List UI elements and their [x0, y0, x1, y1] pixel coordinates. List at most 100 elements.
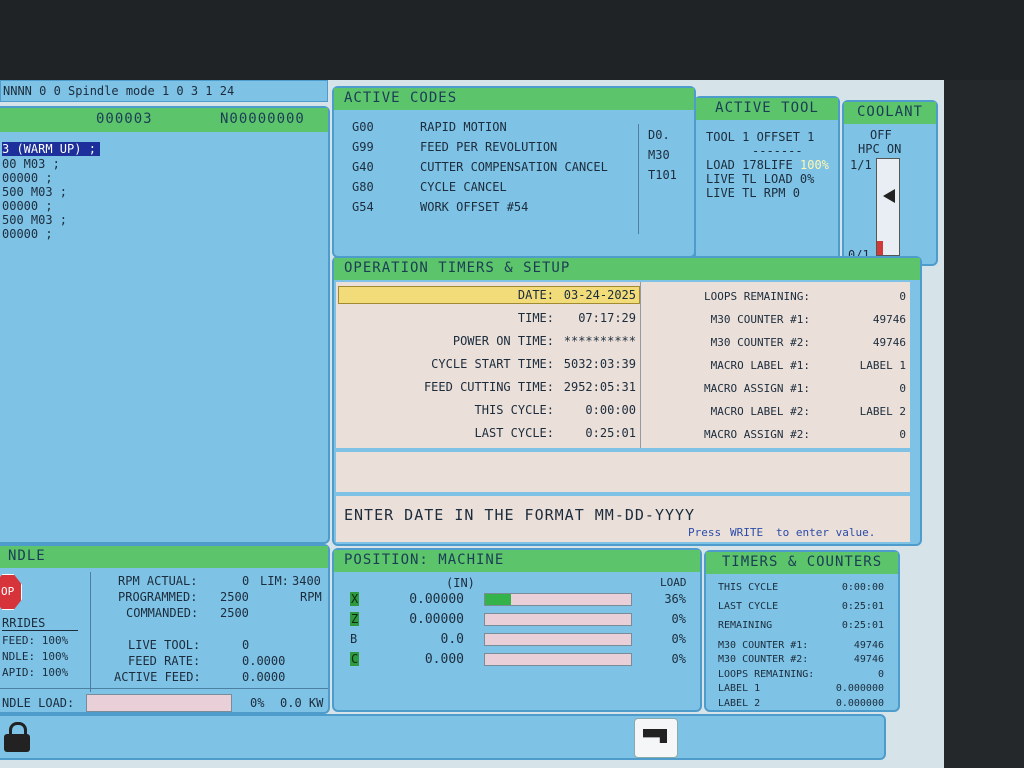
program-line[interactable]: 500 M03 ;: [2, 213, 100, 227]
coolant-title: COOLANT: [844, 102, 936, 124]
counter-label: M30 COUNTER #2:: [710, 336, 810, 349]
timer-label: FEED CUTTING TIME:: [423, 380, 554, 394]
position-title: POSITION: MACHINE: [334, 550, 700, 572]
axis-load-bar: [484, 633, 632, 646]
counter-value: 0: [899, 290, 906, 303]
tc-value: 0:00:00: [841, 582, 884, 593]
spindle-load-kw: 0.0 KW: [280, 696, 324, 710]
program-line[interactable]: 3 (WARM UP) ;: [2, 142, 100, 156]
timer-label: POWER ON TIME:: [452, 334, 554, 348]
timer-label: DATE:: [517, 288, 554, 302]
active-codes-divider: [638, 124, 639, 234]
tool-life-percent: 100%: [800, 158, 829, 172]
write-hint-rest: to enter value.: [776, 526, 876, 539]
spindle-separator: [0, 688, 328, 689]
timer-value: 07:17:29: [578, 311, 636, 325]
rpm-unit: RPM: [300, 590, 322, 604]
override-value: NDLE: 100%: [2, 650, 69, 663]
active-feed-label: ACTIVE FEED:: [114, 670, 201, 684]
overrides-title: RRIDES: [2, 616, 46, 630]
override-value: FEED: 100%: [2, 634, 69, 647]
timer-value: 5032:03:39: [563, 357, 636, 371]
top-status-bar: NNNN 0 0 Spindle mode 1 0 3 1 24: [0, 80, 328, 102]
program-line[interactable]: 00000 ;: [2, 199, 100, 213]
active-code-extra: D0.: [648, 128, 670, 142]
date-format-prompt: ENTER DATE IN THE FORMAT MM-DD-YYYY: [344, 506, 696, 524]
tc-label: LAST CYCLE: [718, 601, 779, 612]
live-tool-value: 0: [242, 638, 250, 652]
cnc-control-screen: NNNN 0 0 Spindle mode 1 0 3 1 24 000003 …: [0, 80, 944, 768]
axis-label[interactable]: B: [350, 632, 357, 646]
axis-position-value: 0.00000: [409, 612, 464, 627]
live-tool-load: LIVE TL LOAD 0%: [706, 172, 815, 186]
active-code-row: G00 RAPID MOTION: [352, 120, 632, 140]
spindle-mode-status: NNNN 0 0 Spindle mode 1 0 3 1 24: [3, 84, 235, 98]
override-value: APID: 100%: [2, 666, 69, 679]
timer-label: LAST CYCLE:: [474, 426, 554, 440]
load-column-header: LOAD: [660, 576, 687, 589]
program-line[interactable]: 00000 ;: [2, 171, 100, 185]
monitor-bezel-right: [940, 80, 1024, 768]
spindle-panel: NDLE OP RRIDES FEED: 100% NDLE: 100% APID:…: [0, 544, 330, 714]
monitor-bezel-top: [0, 0, 1024, 80]
timer-label: CYCLE START TIME:: [431, 357, 554, 371]
axis-load-bar: [484, 593, 632, 606]
coolant-hpc: HPC ON: [858, 142, 902, 156]
bottom-toolbar: [0, 714, 886, 760]
tc-value: 0:25:01: [841, 601, 884, 612]
tc-value: 0:25:01: [841, 620, 884, 631]
lock-icon[interactable]: [4, 722, 30, 752]
axis-load-percent: 0%: [671, 632, 686, 646]
g-code-description: RAPID MOTION: [420, 120, 507, 134]
counter-label: LOOPS REMAINING:: [704, 290, 810, 303]
active-codes-right: D0. M30 T101: [648, 128, 677, 188]
coolant-panel: COOLANT OFF HPC ON 1/1 0/1: [842, 100, 938, 266]
timer-value: 03-24-2025: [563, 288, 636, 302]
tc-value: 49746: [853, 654, 884, 665]
stop-icon[interactable]: OP: [0, 574, 22, 610]
sequence-number: N00000000: [220, 111, 305, 127]
coolant-nozzle-icon: [643, 729, 667, 743]
tc-label: THIS CYCLE: [718, 582, 779, 593]
counter-value: LABEL 1: [859, 359, 906, 372]
tc-value: 0.000000: [835, 697, 884, 709]
axis-label[interactable]: C: [350, 652, 360, 666]
counter-label: MACRO ASSIGN #1:: [704, 382, 810, 395]
prompt-area: ENTER DATE IN THE FORMAT MM-DD-YYYY Pres…: [336, 496, 910, 542]
axis-label[interactable]: X: [350, 592, 360, 606]
live-tool-label: LIVE TOOL:: [128, 638, 201, 652]
g-code: G00: [352, 120, 374, 134]
coolant-button[interactable]: [634, 718, 678, 758]
program-header: 000003 N00000000: [0, 108, 328, 132]
position-unit: (IN): [446, 576, 475, 590]
program-code-list[interactable]: 3 (WARM UP) ; 00 M03 ; 00000 ; 500 M03 ; 000…: [2, 138, 100, 241]
tc-value: 0: [877, 668, 884, 680]
program-line[interactable]: 00 M03 ;: [2, 157, 100, 171]
program-line[interactable]: 00000 ;: [2, 227, 100, 241]
operation-timers-panel: OPERATION TIMERS & SETUP DATE: 03-24-2025…: [332, 256, 922, 546]
axis-label[interactable]: Z: [350, 612, 360, 626]
input-blank-area: [336, 452, 910, 492]
rpm-actual-value: 0: [242, 574, 250, 588]
spindle-title: NDLE: [0, 546, 328, 568]
axis-load-percent: 0%: [671, 652, 686, 666]
spindle-load-label: NDLE LOAD:: [2, 696, 75, 710]
lock-icon-body: [4, 734, 30, 752]
active-code-row: G99 FEED PER REVOLUTION: [352, 140, 632, 160]
axis-load-bar: [484, 613, 632, 626]
timer-label: TIME:: [517, 311, 554, 325]
timers-counters-title: TIMERS & COUNTERS: [706, 552, 898, 574]
active-tool-panel: ACTIVE TOOL TOOL 1 OFFSET 1 ------- LOAD…: [694, 96, 840, 262]
spindle-load-bar: [86, 694, 232, 712]
axis-position-value: 0.00000: [409, 592, 464, 607]
lim-value: 3400: [292, 574, 321, 588]
program-line[interactable]: 500 M03 ;: [2, 185, 100, 199]
spindle-load-percent: 0%: [250, 696, 265, 710]
axis-position-value: 0.000: [424, 652, 464, 667]
write-key-hint[interactable]: WRITE: [730, 526, 763, 539]
g-code-description: CYCLE CANCEL: [420, 180, 507, 194]
coolant-gauge: [876, 158, 900, 256]
axis-load-bar: [484, 653, 632, 666]
timer-value: 0:00:00: [585, 403, 636, 417]
counter-value: 0: [899, 382, 906, 395]
